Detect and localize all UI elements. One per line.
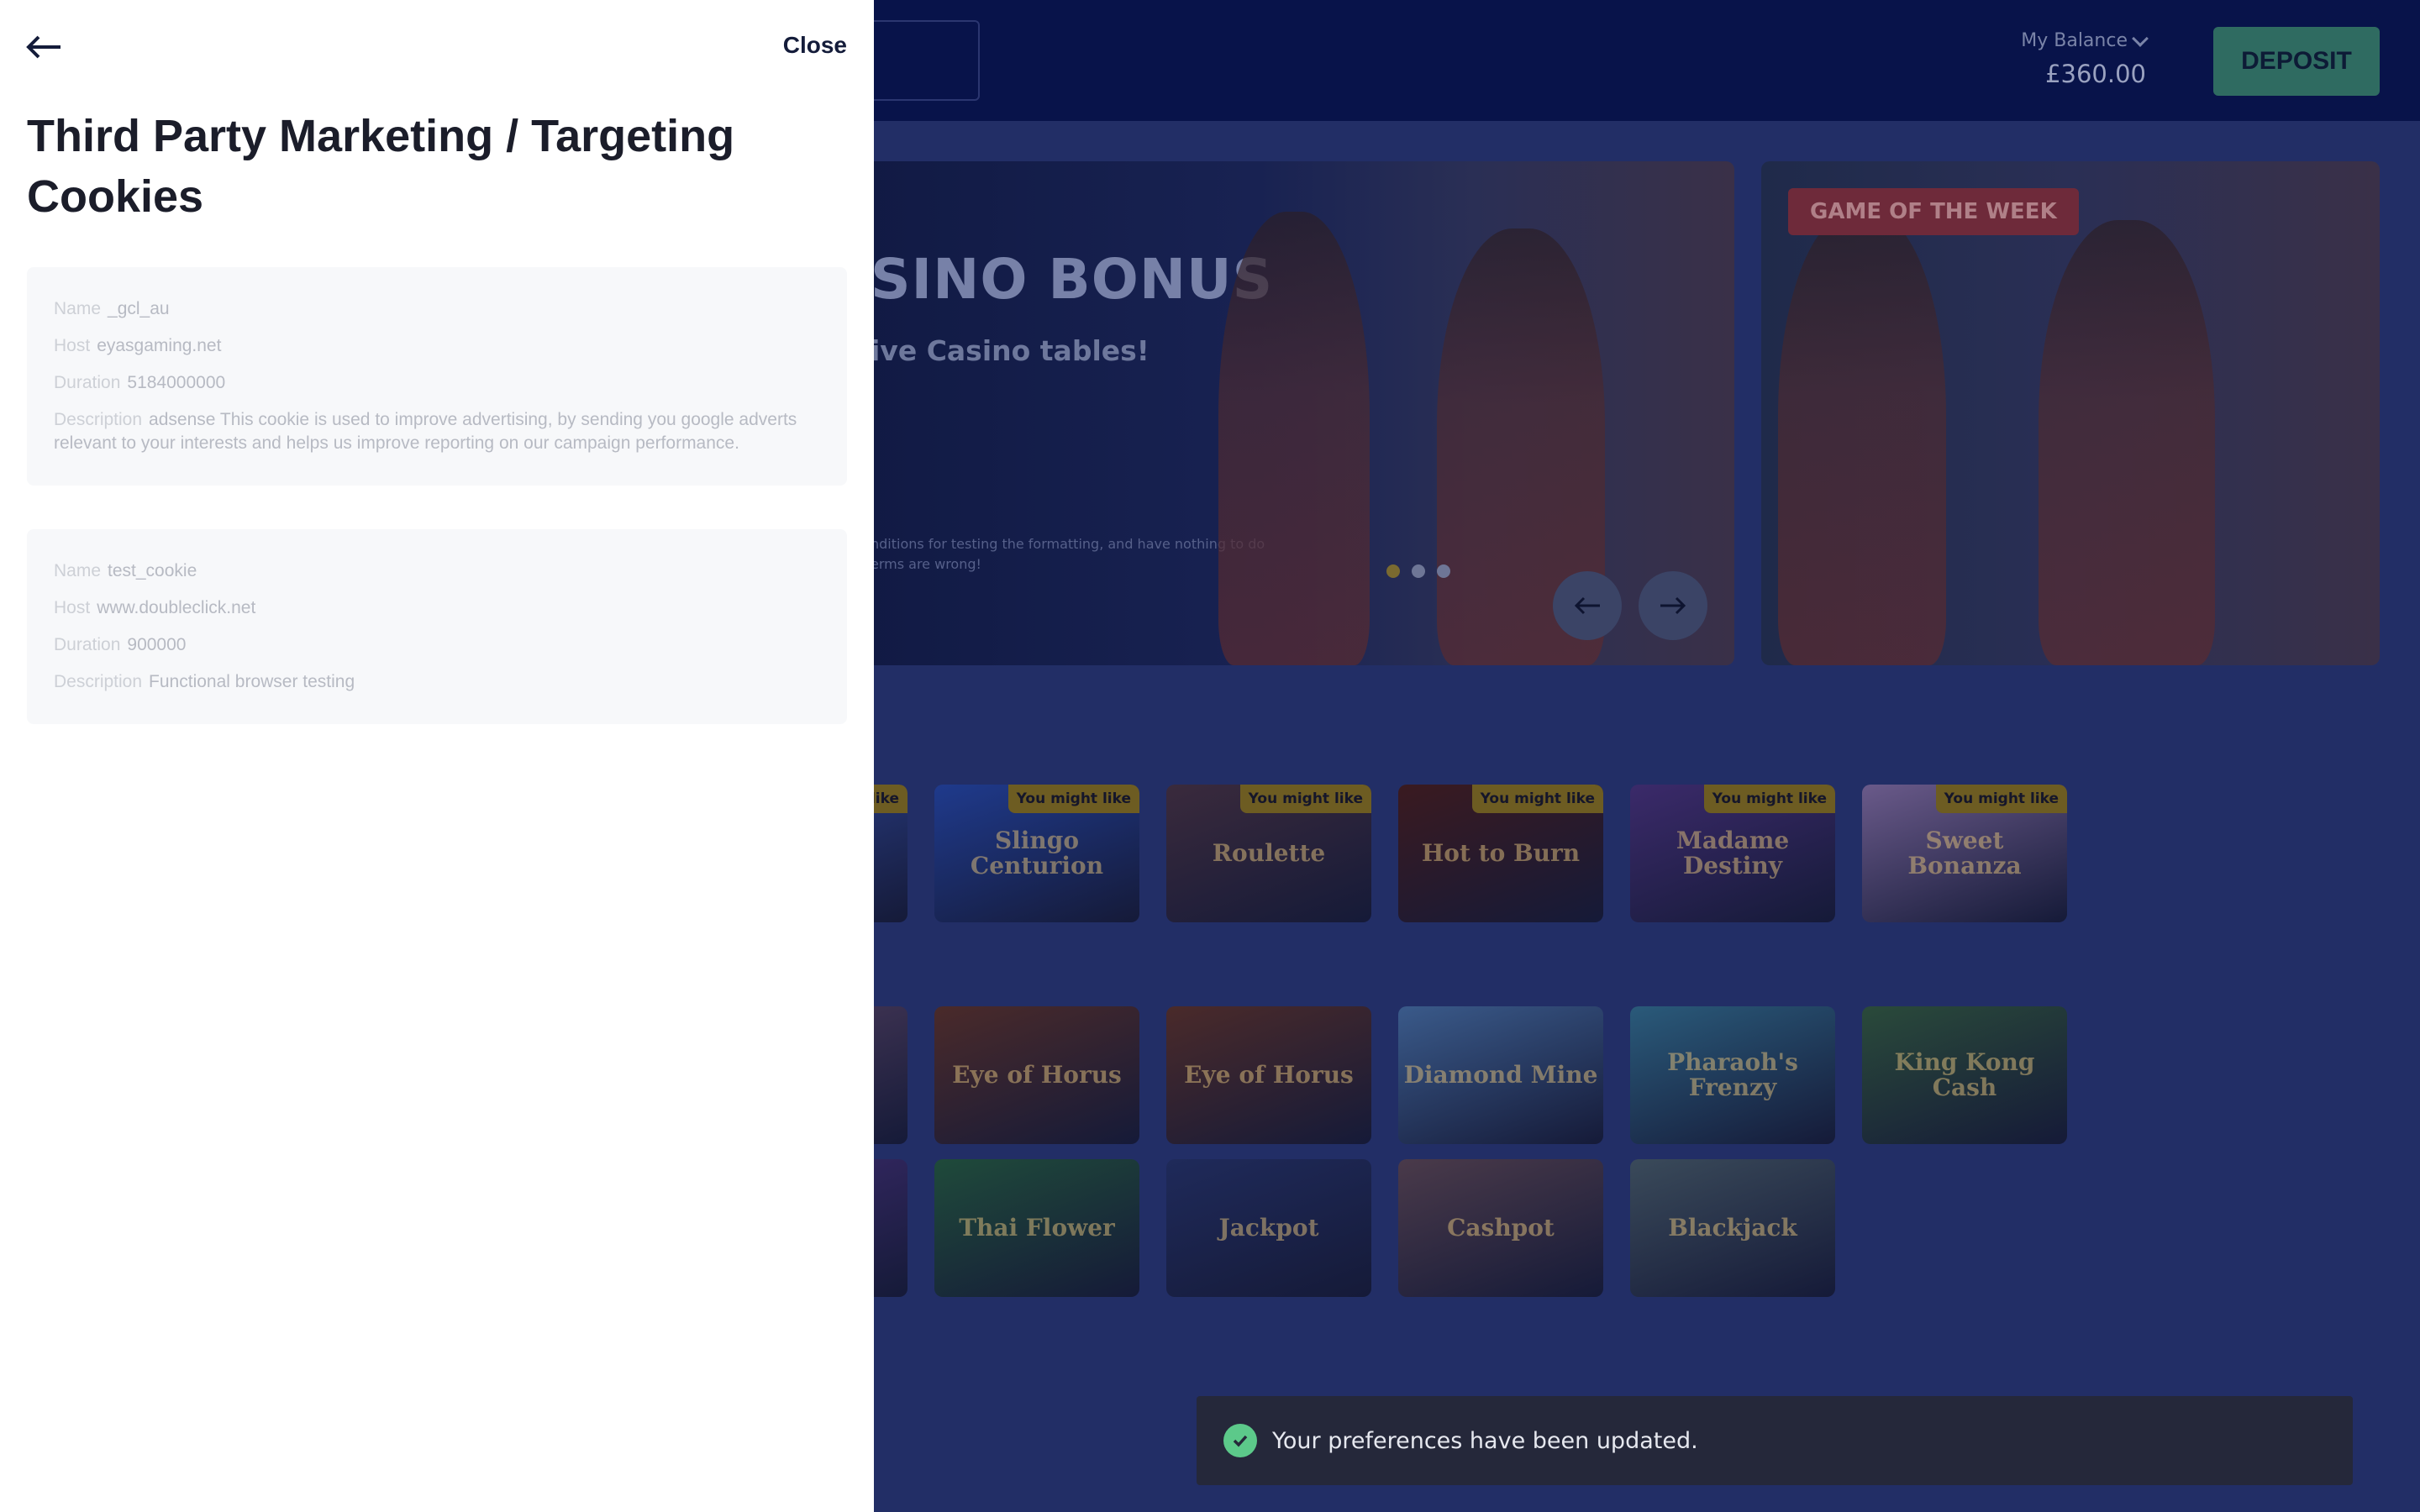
cookie-duration: 900000 [127, 635, 187, 654]
promo-subtitle: ive Casino tables! [871, 334, 1150, 367]
panel-title: Third Party Marketing / Targeting Cookie… [27, 111, 735, 222]
game-tile[interactable]: Eye of Horus [934, 1006, 1139, 1144]
balance-widget[interactable]: My Balance £360.00 [2021, 29, 2149, 88]
promo-carousel: SINO BONUS ive Casino tables! nditions f… [865, 161, 1734, 665]
game-tile[interactable]: Pharaoh's Frenzy [1630, 1006, 1835, 1144]
game-tile[interactable]: Diamond Mine [1398, 1006, 1603, 1144]
game-title: Roulette [1212, 839, 1326, 867]
cookie-details-panel: Close Third Party Marketing / Targeting … [0, 0, 874, 1512]
cookie-card: Name test_cookie Host www.doubleclick.net … [27, 529, 847, 724]
balance-value: £360.00 [2045, 60, 2146, 88]
carousel-prev-button[interactable] [1553, 571, 1622, 640]
game-tile[interactable]: Slingo Centurion You might like [934, 785, 1139, 922]
recommendation-badge: You might like [1007, 785, 1139, 813]
game-title: Eye of Horus [952, 1061, 1122, 1089]
game-tile[interactable]: Madame Destiny You might like [1630, 785, 1835, 922]
arrow-left-icon [26, 35, 60, 59]
cookie-name: test_cookie [108, 561, 197, 580]
cookie-host-row: Host eyasgaming.net [54, 336, 222, 355]
game-tile[interactable]: Sweet Bonanza You might like [1862, 785, 2067, 922]
cookie-host-row: Host www.doubleclick.net [54, 598, 256, 617]
dealer-image [1778, 212, 1946, 665]
cookie-host: www.doubleclick.net [97, 598, 256, 617]
carousel-dots [1386, 564, 1450, 578]
recommendation-badge: You might like [1239, 785, 1371, 813]
chevron-down-icon [2132, 29, 2149, 47]
game-tile[interactable]: Eye of Horus [1166, 1006, 1371, 1144]
balance-label[interactable]: My Balance [2021, 29, 2149, 51]
cookie-description: adsense This cookie is used to improve a… [54, 410, 797, 453]
game-title: Sweet Bonanza [1907, 827, 2022, 879]
cookie-name-row: Name _gcl_au [54, 299, 170, 318]
game-tile[interactable]: Jackpot [1166, 1159, 1371, 1297]
game-tile[interactable]: Blackjack [1630, 1159, 1835, 1297]
game-title: Slingo Centurion [970, 827, 1104, 879]
game-of-the-week-badge: GAME OF THE WEEK [1788, 188, 2079, 235]
game-title: Blackjack [1668, 1214, 1797, 1242]
cookie-description: Functional browser testing [149, 672, 355, 691]
cookie-card: Name _gcl_au Host eyasgaming.net Duration 5… [27, 267, 847, 486]
game-title: Thai Flower [959, 1214, 1115, 1242]
game-tile[interactable]: Roulette You might like [1166, 785, 1371, 922]
recommendation-badge: You might like [1703, 785, 1835, 813]
game-tile[interactable]: Thai Flower [934, 1159, 1139, 1297]
game-tile[interactable]: Cashpot [1398, 1159, 1603, 1297]
carousel-next-button[interactable] [1639, 571, 1707, 640]
game-title: Madame Destiny [1676, 827, 1790, 879]
cookie-description-row: Description Functional browser testing [54, 672, 355, 691]
arrow-left-icon [1574, 596, 1600, 615]
game-title: King Kong Cash [1894, 1048, 2035, 1101]
recommendation-badge: You might like [1935, 785, 2067, 813]
game-title: Diamond Mine [1403, 1061, 1598, 1089]
game-tile[interactable]: Hot to Burn You might like [1398, 785, 1603, 922]
game-title: Cashpot [1447, 1214, 1555, 1242]
check-circle-icon [1223, 1424, 1257, 1457]
cookie-host: eyasgaming.net [97, 336, 222, 355]
game-tile[interactable]: King Kong Cash [1862, 1006, 2067, 1144]
game-title: Pharaoh's Frenzy [1667, 1048, 1798, 1101]
cookie-duration: 5184000000 [127, 373, 226, 392]
cookie-name-row: Name test_cookie [54, 561, 197, 580]
cookie-description-row: Description adsense This cookie is used t… [54, 410, 797, 453]
close-button[interactable]: Close [783, 32, 847, 59]
game-title: Eye of Horus [1184, 1061, 1354, 1089]
carousel-dot[interactable] [1386, 564, 1400, 578]
cookie-duration-row: Duration 900000 [54, 635, 187, 654]
game-title: Jackpot [1218, 1214, 1319, 1242]
game-of-the-week-card[interactable]: GAME OF THE WEEK [1761, 161, 2380, 665]
game-title: Hot to Burn [1421, 839, 1581, 867]
back-button[interactable] [24, 30, 64, 64]
recommendation-badge: You might like [1471, 785, 1603, 813]
deposit-button[interactable]: DEPOSIT [2213, 27, 2380, 96]
carousel-dot[interactable] [1437, 564, 1450, 578]
promo-title: SINO BONUS [871, 247, 1274, 312]
carousel-dot[interactable] [1412, 564, 1425, 578]
toast-message: Your preferences have been updated. [1272, 1427, 1698, 1454]
cookie-duration-row: Duration 5184000000 [54, 373, 226, 392]
arrow-right-icon [1660, 596, 1686, 615]
preferences-toast: Your preferences have been updated. [1197, 1396, 2353, 1485]
dealer-image [2039, 220, 2215, 665]
dealer-image [1218, 212, 1370, 665]
cookie-name: _gcl_au [108, 299, 170, 318]
